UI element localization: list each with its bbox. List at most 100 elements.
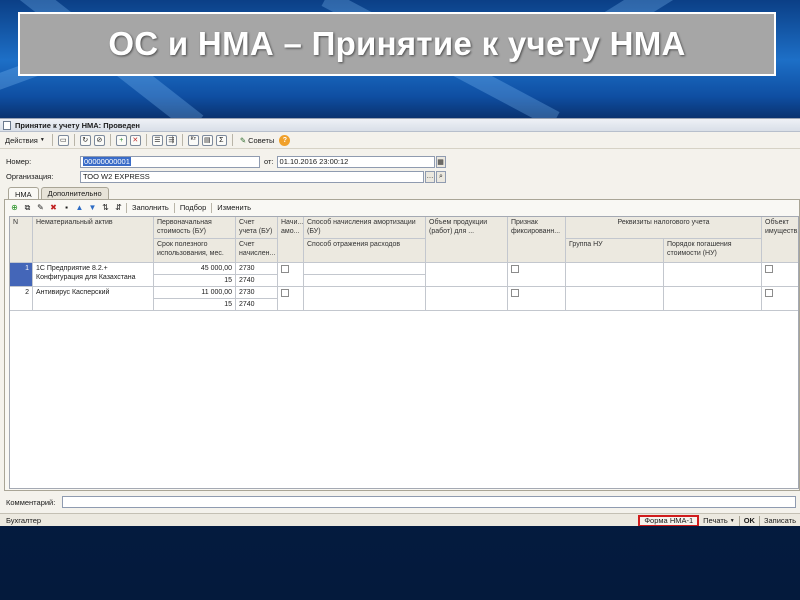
main-toolbar: Действия ▼ ▭ ↻ ⊘ + ✕ ☰ ⇶ Кт ▤ Σ ✎ Советы… (0, 132, 800, 149)
toolbar-separator (126, 202, 127, 213)
checkbox[interactable] (281, 265, 289, 273)
add-row-icon[interactable]: ⊕ (9, 202, 20, 213)
col-header-expense-method[interactable]: Способ отражения расходов (304, 239, 426, 263)
row1-repayment-order[interactable] (664, 263, 762, 287)
col-header-account[interactable]: Счет учета (БУ) (236, 217, 278, 239)
end-edit-icon[interactable]: ▪ (61, 202, 72, 213)
delete-mark-icon[interactable]: ✕ (129, 134, 141, 146)
row2-useful-life[interactable]: 15 (154, 299, 236, 311)
checkbox[interactable] (511, 265, 519, 273)
row1-useful-life[interactable]: 15 (154, 275, 236, 287)
actions-label: Действия (5, 135, 38, 145)
row1-amort-method[interactable] (304, 263, 426, 275)
calendar-icon[interactable]: ▦ (435, 155, 446, 168)
col-header-tax-group[interactable]: Группа НУ (566, 239, 664, 263)
actions-menu[interactable]: Действия ▼ (3, 134, 47, 147)
row2-tax-group[interactable] (566, 287, 664, 311)
checkbox[interactable] (765, 265, 773, 273)
col-header-useful-life[interactable]: Срок полезного использования, мес. (154, 239, 236, 263)
number-field[interactable]: 00000000001 (80, 155, 260, 168)
hierarchy-icon[interactable]: ⇶ (165, 134, 177, 146)
fill-button[interactable]: Заполнить (129, 203, 172, 212)
comment-row: Комментарий: (6, 496, 796, 508)
col-header-initial-cost[interactable]: Первоначальная стоимость (БУ) (154, 217, 236, 239)
date-field[interactable]: 01.10.2016 23:00:12 (276, 155, 435, 168)
sum-icon[interactable]: Σ (215, 134, 227, 146)
organization-field[interactable]: ТОО W2 EXPRESS (80, 170, 424, 183)
checkbox[interactable] (281, 289, 289, 297)
toolbar-separator (173, 202, 175, 213)
comment-field[interactable] (62, 496, 796, 508)
row2-repayment-order[interactable] (664, 287, 762, 311)
toolbar-separator (109, 134, 111, 146)
row2-account[interactable]: 2730 (236, 287, 278, 299)
col-header-repayment-order[interactable]: Порядок погашения стоимости (НУ) (664, 239, 762, 263)
unpost-document-icon[interactable]: ⊘ (93, 134, 105, 146)
document-icon (3, 120, 11, 130)
col-header-property-object[interactable]: Объект имуществ... (762, 217, 798, 263)
post-document-icon[interactable]: ↻ (79, 134, 91, 146)
structure-icon[interactable]: ☰ (151, 134, 163, 146)
row2-property-object[interactable] (762, 287, 798, 311)
move-down-icon[interactable]: ▼ (87, 202, 98, 213)
row1-account[interactable]: 2730 (236, 263, 278, 275)
window-title: Принятие к учету НМА: Проведен (15, 120, 140, 130)
row1-expense-method[interactable] (304, 275, 426, 287)
row1-production-volume[interactable] (426, 263, 508, 287)
row1-initial-cost[interactable]: 45 000,00 (154, 263, 236, 275)
ok-button[interactable]: OK (740, 515, 759, 527)
col-header-fixed-flag[interactable]: Признак фиксированн... (508, 217, 566, 263)
row2-n[interactable]: 2 (10, 287, 33, 311)
movements-icon[interactable]: Кт (187, 134, 199, 146)
help-icon[interactable]: ? (279, 134, 291, 146)
col-header-amort-method[interactable]: Способ начисления амортизации (БУ) (304, 217, 426, 239)
edit-row-icon[interactable]: ✎ (35, 202, 46, 213)
search-icon[interactable]: ⌕ (436, 170, 446, 183)
row2-accrue-amort[interactable] (278, 287, 304, 311)
row2-amort-method[interactable] (304, 287, 426, 311)
tab-additional[interactable]: Дополнительно (40, 187, 109, 199)
row1-accrue-amort[interactable] (278, 263, 304, 287)
row1-amort-account[interactable]: 2740 (236, 275, 278, 287)
checkbox[interactable] (511, 289, 519, 297)
row2-initial-cost[interactable]: 11 000,00 (154, 287, 236, 299)
move-up-icon[interactable]: ▲ (74, 202, 85, 213)
dropdown-arrow-icon: ▼ (39, 137, 45, 143)
change-button[interactable]: Изменить (214, 203, 254, 212)
copy-document-icon[interactable]: + (115, 134, 127, 146)
delete-row-icon[interactable]: ✖ (48, 202, 59, 213)
print-label: Печать (703, 516, 728, 525)
row2-production-volume[interactable] (426, 287, 508, 311)
row1-asset[interactable]: 1С Предприятие 8.2.+ Конфигурация для Ка… (33, 263, 154, 287)
copy-row-icon[interactable]: ⧉ (22, 202, 33, 213)
user-role-label: Бухгалтер (6, 516, 42, 525)
sort-desc-icon[interactable]: ⇵ (113, 202, 124, 213)
col-header-asset[interactable]: Нематериальный актив (33, 217, 154, 263)
sort-asc-icon[interactable]: ⇅ (100, 202, 111, 213)
row2-fixed-flag[interactable] (508, 287, 566, 311)
col-header-n[interactable]: N (10, 217, 33, 263)
row2-asset[interactable]: Антивирус Касперский (33, 287, 154, 311)
print-button[interactable]: Печать ▼ (699, 515, 739, 527)
select-button[interactable]: Подбор (177, 203, 209, 212)
organization-label: Организация: (6, 172, 54, 181)
report-icon[interactable]: ▤ (201, 134, 213, 146)
row1-fixed-flag[interactable] (508, 263, 566, 287)
save-icon[interactable]: ▭ (57, 134, 69, 146)
col-header-tax-group-header: Реквизиты налогового учета (566, 217, 762, 239)
grid-toolbar: ⊕ ⧉ ✎ ✖ ▪ ▲ ▼ ⇅ ⇵ Заполнить Подбор Измен… (5, 200, 799, 215)
col-header-amort-account[interactable]: Счет начислен... (236, 239, 278, 263)
row2-amort-account[interactable]: 2740 (236, 299, 278, 311)
col-header-accrue-amort[interactable]: Начи... амо... (278, 217, 304, 263)
row1-tax-group[interactable] (566, 263, 664, 287)
select-ellipsis-icon[interactable]: … (425, 170, 435, 183)
checkbox[interactable] (765, 289, 773, 297)
tips-button[interactable]: ✎ Советы (238, 134, 277, 147)
row1-property-object[interactable] (762, 263, 798, 287)
toolbar-separator (73, 134, 75, 146)
tab-strip: НМА Дополнительно (8, 187, 111, 200)
row1-n[interactable]: 1 (10, 263, 33, 287)
form-nma1-button[interactable]: Форма НМА-1 (638, 514, 700, 526)
col-header-production-volume[interactable]: Объем продукции (работ) для ... (426, 217, 508, 263)
save-button[interactable]: Записать (760, 515, 800, 527)
